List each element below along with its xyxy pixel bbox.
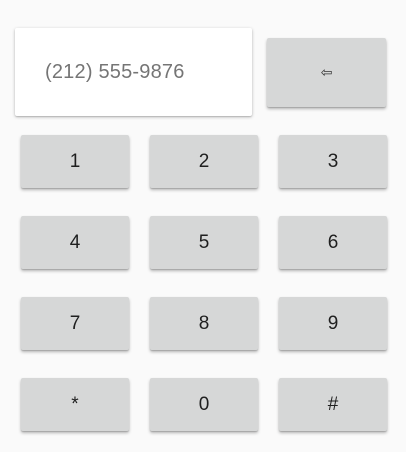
key-9-button[interactable]: 9 [279, 297, 387, 350]
key-0-button[interactable]: 0 [150, 378, 258, 431]
backspace-arrow-icon: ⇦ [320, 64, 333, 81]
phone-number-display[interactable] [15, 28, 252, 116]
phone-number-input[interactable] [45, 60, 235, 84]
key-8-button[interactable]: 8 [150, 297, 258, 350]
key-star-button[interactable]: * [21, 378, 129, 431]
key-1-button[interactable]: 1 [21, 135, 129, 188]
key-5-button[interactable]: 5 [150, 216, 258, 269]
key-4-button[interactable]: 4 [21, 216, 129, 269]
key-2-button[interactable]: 2 [150, 135, 258, 188]
backspace-button[interactable]: ⇦ [267, 38, 386, 107]
key-hash-button[interactable]: # [279, 378, 387, 431]
key-6-button[interactable]: 6 [279, 216, 387, 269]
key-3-button[interactable]: 3 [279, 135, 387, 188]
key-7-button[interactable]: 7 [21, 297, 129, 350]
